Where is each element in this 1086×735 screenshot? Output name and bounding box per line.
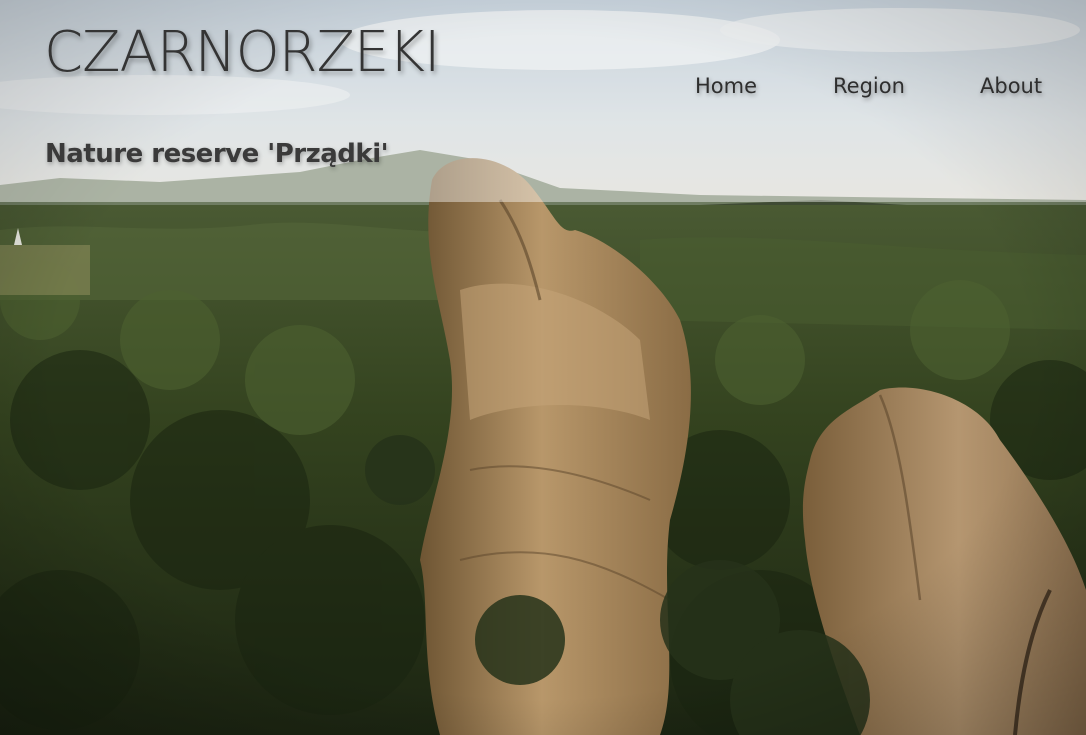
nav-link-home[interactable]: Home xyxy=(695,72,757,100)
nav-link-region[interactable]: Region xyxy=(833,72,905,100)
nav-link-about[interactable]: About xyxy=(980,72,1042,100)
hero-section: CZARNORZEKI Nature reserve 'Prządki' Hom… xyxy=(0,0,1086,735)
page-subtitle: Nature reserve 'Prządki' xyxy=(45,139,389,169)
main-nav: Home Region About xyxy=(0,72,1086,102)
